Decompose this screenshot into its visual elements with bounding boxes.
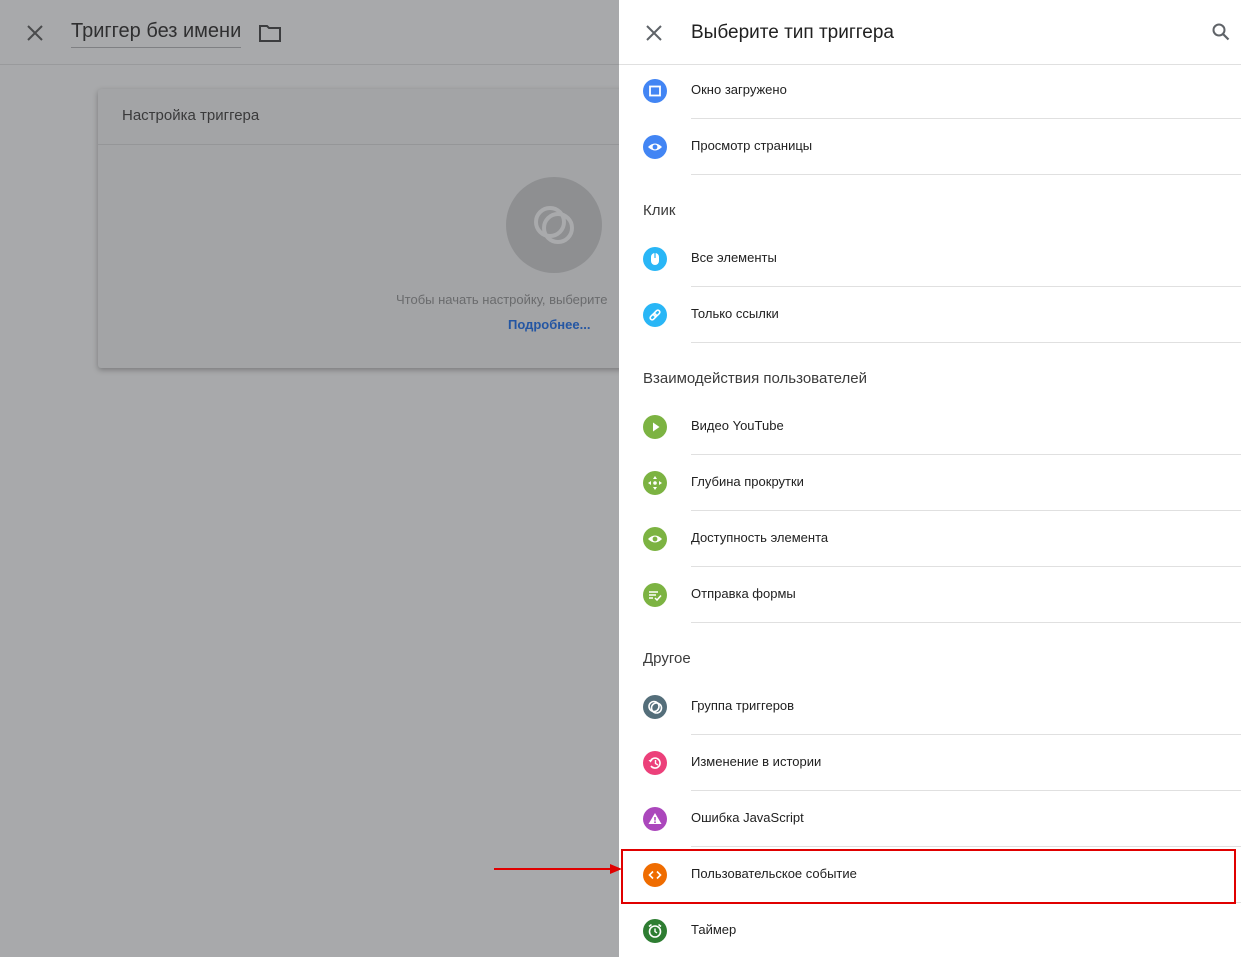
item-label: Глубина прокрутки xyxy=(691,474,804,489)
card-title: Настройка триггера xyxy=(122,107,260,124)
trigger-group-icon xyxy=(643,695,667,719)
link-icon xyxy=(643,303,667,327)
section-heading-user-engagement: Взаимодействия пользователей xyxy=(643,370,867,387)
item-label: Только ссылки xyxy=(691,306,779,321)
trigger-type-item[interactable]: Только ссылки xyxy=(619,287,1241,343)
panel-header: Выберите тип триггера xyxy=(619,0,1241,65)
item-label: Пользовательское событие xyxy=(691,866,857,881)
alarm-icon xyxy=(643,919,667,943)
eye-icon xyxy=(643,527,667,551)
warning-icon xyxy=(643,807,667,831)
history-icon xyxy=(643,751,667,775)
trigger-type-item[interactable]: Отправка формы xyxy=(619,567,1241,623)
window-icon xyxy=(643,79,667,103)
item-label: Группа триггеров xyxy=(691,698,795,713)
trigger-name-field[interactable]: Триггер без имени xyxy=(71,20,242,48)
editor-header: Триггер без имени xyxy=(0,0,619,65)
item-label: Отправка формы xyxy=(691,586,796,601)
trigger-type-item[interactable]: Окно загружено xyxy=(619,63,1241,119)
item-label: Доступность элемента xyxy=(691,530,829,545)
trigger-type-item[interactable]: Глубина прокрутки xyxy=(619,455,1241,511)
divider xyxy=(691,342,1241,343)
eye-icon xyxy=(643,135,667,159)
divider xyxy=(691,622,1241,623)
folder-icon[interactable] xyxy=(259,24,281,42)
item-label: Видео YouTube xyxy=(691,418,784,433)
scroll-arrows-icon xyxy=(643,471,667,495)
mouse-icon xyxy=(643,247,667,271)
item-label: Изменение в истории xyxy=(691,754,822,769)
learn-more-link[interactable]: Подробнее... xyxy=(508,317,590,332)
panel-title: Выберите тип триггера xyxy=(691,22,894,43)
card-divider xyxy=(98,144,638,145)
form-check-icon xyxy=(643,583,667,607)
play-icon xyxy=(643,415,667,439)
trigger-type-item[interactable]: Видео YouTube xyxy=(619,399,1241,455)
item-label: Просмотр страницы xyxy=(691,138,813,153)
section-heading-click: Клик xyxy=(643,202,676,219)
pointer-arrow-icon xyxy=(494,864,622,874)
item-label: Таймер xyxy=(691,922,737,937)
item-label: Окно загружено xyxy=(691,82,787,97)
item-label: Все элементы xyxy=(691,250,777,265)
trigger-type-panel: Выберите тип триггера Окно загружено Про… xyxy=(619,0,1241,957)
search-icon[interactable] xyxy=(1211,22,1231,42)
close-icon[interactable] xyxy=(24,22,46,44)
trigger-placeholder-icon[interactable] xyxy=(506,177,602,273)
item-label: Ошибка JavaScript xyxy=(691,810,804,825)
section-heading-other: Другое xyxy=(643,650,691,667)
trigger-type-item[interactable]: Ошибка JavaScript xyxy=(619,791,1241,847)
divider xyxy=(691,174,1241,175)
trigger-type-item[interactable]: Изменение в истории xyxy=(619,735,1241,791)
trigger-config-card: Настройка триггера Чтобы начать настройк… xyxy=(98,89,638,368)
trigger-type-item[interactable]: Доступность элемента xyxy=(619,511,1241,567)
trigger-type-item[interactable]: Таймер xyxy=(619,903,1241,957)
card-hint: Чтобы начать настройку, выберите xyxy=(396,292,608,307)
close-icon[interactable] xyxy=(645,24,663,42)
code-icon xyxy=(643,863,667,887)
trigger-type-item-custom-event[interactable]: Пользовательское событие xyxy=(619,847,1241,903)
trigger-type-item[interactable]: Все элементы xyxy=(619,231,1241,287)
trigger-type-item[interactable]: Группа триггеров xyxy=(619,679,1241,735)
trigger-type-item[interactable]: Просмотр страницы xyxy=(619,119,1241,175)
